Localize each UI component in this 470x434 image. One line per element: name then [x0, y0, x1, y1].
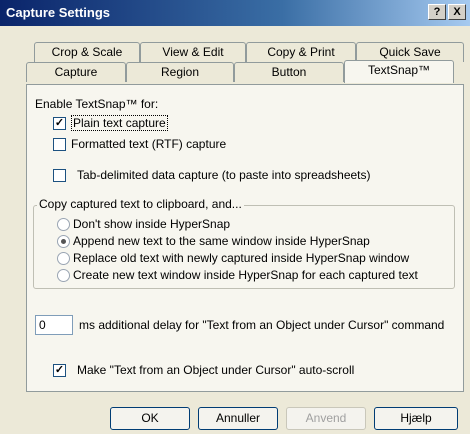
radio-replace-label: Replace old text with newly captured ins…: [73, 251, 410, 265]
radio-dont-show-label: Don't show inside HyperSnap: [73, 217, 231, 231]
autoscroll-label: Make "Text from an Object under Cursor" …: [77, 363, 355, 377]
delay-input[interactable]: [35, 315, 73, 335]
tab-region[interactable]: Region: [126, 62, 234, 82]
tab-button[interactable]: Button: [234, 62, 344, 82]
radio-create-new-label: Create new text window inside HyperSnap …: [73, 268, 418, 282]
plain-text-label-wrap: Plain text capture: [71, 115, 168, 131]
help-button[interactable]: Hjælp: [374, 407, 458, 430]
plain-text-checkbox[interactable]: ✓: [53, 117, 66, 130]
ok-button[interactable]: OK: [110, 407, 190, 430]
radio-dont-show[interactable]: [57, 218, 70, 231]
textsnap-panel: Enable TextSnap™ for: ✓ Plain text captu…: [26, 84, 464, 392]
tab-delimited-label: Tab-delimited data capture (to paste int…: [77, 168, 371, 182]
help-icon[interactable]: ?: [428, 4, 446, 20]
cancel-button[interactable]: Annuller: [198, 407, 278, 430]
radio-append-label: Append new text to the same window insid…: [73, 234, 370, 248]
radio-append[interactable]: [57, 235, 70, 248]
tab-view-edit[interactable]: View & Edit: [140, 42, 246, 62]
title-bar: Capture Settings ? X: [0, 0, 470, 26]
formatted-text-checkbox[interactable]: [53, 138, 66, 151]
tab-delimited-checkbox[interactable]: [53, 169, 66, 182]
apply-button[interactable]: Anvend: [286, 407, 366, 430]
delay-label: ms additional delay for "Text from an Ob…: [79, 318, 445, 332]
tab-copy-print[interactable]: Copy & Print: [246, 42, 356, 62]
radio-replace[interactable]: [57, 252, 70, 265]
close-icon[interactable]: X: [448, 4, 466, 20]
window-title: Capture Settings: [6, 5, 111, 20]
tab-crop-scale[interactable]: Crop & Scale: [34, 42, 140, 62]
radio-create-new[interactable]: [57, 269, 70, 282]
tab-quick-save[interactable]: Quick Save: [356, 42, 464, 62]
plain-text-label: Plain text capture: [71, 115, 168, 131]
autoscroll-checkbox[interactable]: ✓: [53, 364, 66, 377]
tab-textsnap[interactable]: TextSnap™: [344, 60, 454, 83]
tab-capture[interactable]: Capture: [26, 62, 126, 82]
formatted-text-label: Formatted text (RTF) capture: [71, 137, 227, 151]
clipboard-group-title: Copy captured text to clipboard, and...: [37, 197, 244, 211]
enable-heading: Enable TextSnap™ for:: [35, 97, 159, 111]
